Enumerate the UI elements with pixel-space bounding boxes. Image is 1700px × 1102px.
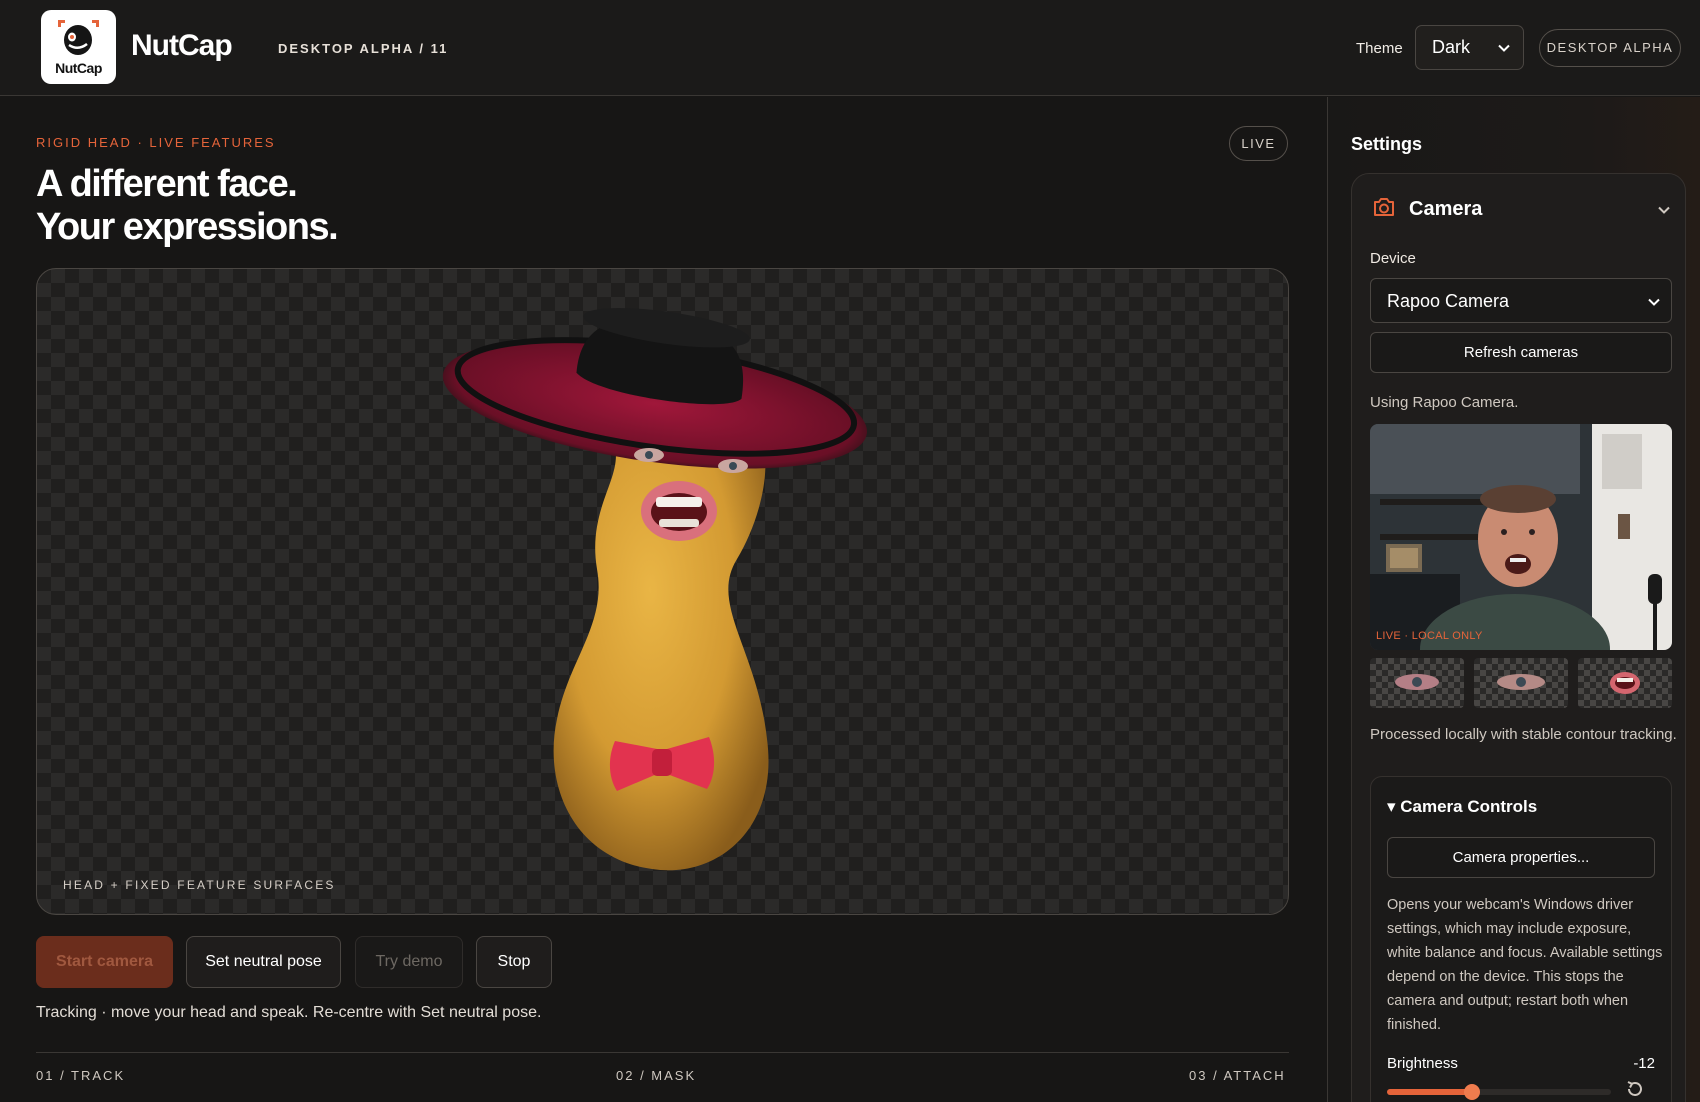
steps-divider bbox=[36, 1052, 1289, 1053]
brightness-slider[interactable] bbox=[1387, 1084, 1611, 1100]
eye-icon bbox=[1497, 674, 1545, 690]
mouth-thumbnail bbox=[1578, 658, 1672, 708]
settings-title: Settings bbox=[1351, 134, 1423, 154]
device-select[interactable]: Rapoo Camera bbox=[1370, 278, 1672, 323]
eye-icon bbox=[1395, 674, 1439, 690]
brand-name: NutCap bbox=[131, 29, 233, 62]
brightness-slider-thumb[interactable] bbox=[1464, 1084, 1481, 1100]
camera-controls-section: ▾ Camera Controls Camera properties... O… bbox=[1370, 776, 1672, 1102]
app-header: NutCap NutCap DESKTOP ALPHA / 11 Theme D… bbox=[0, 0, 1700, 96]
camera-card: Camera Device Rapoo Camera Refresh camer… bbox=[1351, 173, 1686, 1102]
theme-select-value: Dark bbox=[1432, 37, 1471, 57]
step-track: 01 / TRACK bbox=[36, 1068, 126, 1083]
left-eye-thumbnail bbox=[1370, 658, 1464, 708]
brightness-slider-fill bbox=[1387, 1089, 1473, 1095]
device-label: Device bbox=[1370, 250, 1416, 267]
camera-properties-button[interactable]: Camera properties... bbox=[1387, 837, 1655, 878]
version-label: DESKTOP ALPHA / 11 bbox=[278, 41, 449, 56]
camera-controls-description: Opens your webcam's Windows driver setti… bbox=[1387, 897, 1663, 1033]
tracking-status: Tracking · move your head and speak. Re-… bbox=[36, 1004, 542, 1021]
camera-card-title: Camera bbox=[1409, 198, 1483, 220]
camera-controls-toggle[interactable]: ▾ Camera Controls bbox=[1387, 797, 1537, 817]
device-select-value: Rapoo Camera bbox=[1387, 291, 1510, 311]
set-neutral-pose-button[interactable]: Set neutral pose bbox=[186, 936, 341, 988]
live-badge: LIVE bbox=[1229, 126, 1288, 161]
camera-icon bbox=[1374, 198, 1394, 216]
chevron-down-icon bbox=[1648, 298, 1660, 306]
page-title-line-1: A different face. bbox=[36, 163, 298, 205]
reset-icon[interactable] bbox=[1625, 1079, 1645, 1099]
desktop-alpha-badge: DESKTOP ALPHA bbox=[1539, 29, 1681, 67]
processing-note: Processed locally with stable contour tr… bbox=[1370, 726, 1677, 743]
stop-button[interactable]: Stop bbox=[476, 936, 552, 988]
page-title: A different face. Your expressions. bbox=[36, 163, 339, 249]
logo-wordmark: NutCap bbox=[55, 60, 102, 76]
refresh-cameras-button[interactable]: Refresh cameras bbox=[1370, 332, 1672, 373]
mouth-icon bbox=[1610, 672, 1640, 694]
preview-status-badge: LIVE · LOCAL ONLY bbox=[1376, 630, 1483, 642]
start-camera-button[interactable]: Start camera bbox=[36, 936, 173, 988]
settings-panel: Settings Camera Device Rapoo Camera Refr… bbox=[1327, 97, 1700, 1102]
chevron-down-icon bbox=[1498, 44, 1510, 52]
theme-select[interactable]: Dark bbox=[1415, 25, 1524, 70]
step-mask: 02 / MASK bbox=[616, 1068, 697, 1083]
step-attach: 03 / ATTACH bbox=[1189, 1068, 1286, 1083]
brightness-value: -12 bbox=[1633, 1055, 1655, 1072]
chevron-down-icon[interactable] bbox=[1657, 203, 1671, 217]
webcam-feed-image bbox=[1370, 424, 1672, 650]
peanut-character-render bbox=[442, 308, 867, 871]
brightness-label: Brightness bbox=[1387, 1055, 1458, 1072]
render-viewport[interactable]: HEAD + FIXED FEATURE SURFACES bbox=[36, 268, 1289, 915]
page-title-line-2: Your expressions. bbox=[36, 206, 339, 248]
try-demo-button[interactable]: Try demo bbox=[355, 936, 463, 988]
viewport-caption: HEAD + FIXED FEATURE SURFACES bbox=[63, 878, 336, 892]
active-camera-text: Using Rapoo Camera. bbox=[1370, 394, 1519, 411]
app-logo: NutCap bbox=[41, 10, 116, 84]
camera-preview: LIVE · LOCAL ONLY bbox=[1370, 424, 1672, 650]
theme-label: Theme bbox=[1356, 40, 1403, 57]
section-eyebrow: RIGID HEAD · LIVE FEATURES bbox=[36, 135, 276, 150]
right-eye-thumbnail bbox=[1474, 658, 1568, 708]
